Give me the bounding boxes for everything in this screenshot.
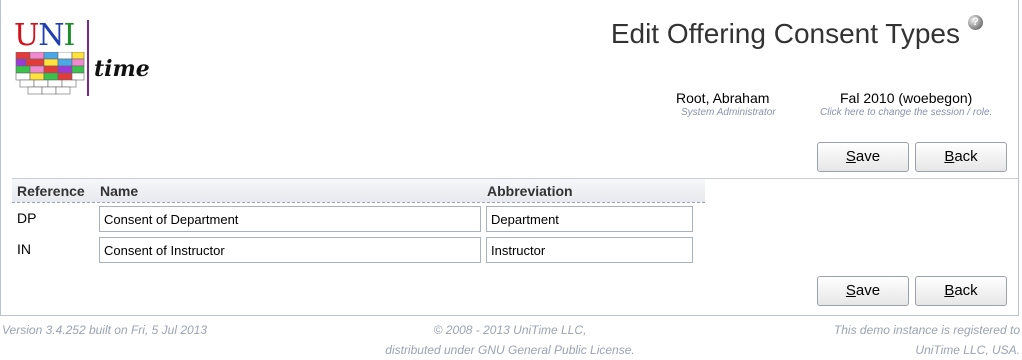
session-change-hint[interactable]: Click here to change the session / role. [820,107,992,118]
copyright-info[interactable]: © 2008 - 2013 UniTime LLC, distributed u… [330,320,690,360]
save-label: ave [855,148,881,165]
user-name[interactable]: Root, Abraham [676,90,769,106]
copyright-line-1: © 2008 - 2013 UniTime LLC, [433,323,587,337]
column-header-abbreviation: Abbreviation [487,183,573,199]
help-icon[interactable]: ? [968,15,983,30]
session-name[interactable]: Fal 2010 (woebegon) [840,90,972,106]
copyright-line-2: distributed under GNU General Public Lic… [385,343,635,357]
save-label: ave [855,282,881,299]
column-header-reference: Reference [17,183,85,199]
abbreviation-input[interactable] [486,206,693,232]
back-button-bottom[interactable]: Back [915,276,1007,306]
save-button-top[interactable]: Save [817,142,909,172]
unitime-logo[interactable]: UNI time [14,18,154,98]
back-label: ack [954,148,978,165]
registration-info: This demo instance is registered to UniT… [834,320,1020,360]
logo-letter-u: U [14,18,39,53]
row-reference: IN [17,241,31,257]
save-accesskey: S [845,148,856,165]
abbreviation-input[interactable] [486,237,693,263]
name-input[interactable] [99,206,481,232]
logo-divider [87,20,89,96]
logo-letter-i: I [63,18,76,53]
user-role: System Administrator [681,107,776,118]
page-title: Edit Offering Consent Types [610,18,960,49]
registration-line-2: UniTime LLC, USA. [915,343,1020,357]
logo-letter-n: N [38,18,64,53]
logo-time-text: time [94,56,150,82]
save-button-bottom[interactable]: Save [817,276,909,306]
logo-uni-text: UNI [14,18,76,53]
column-header-name: Name [100,183,139,199]
back-accesskey: B [944,282,955,299]
logo-grid-icon [15,52,85,95]
row-reference: DP [17,210,37,226]
registration-line-1: This demo instance is registered to [833,323,1020,337]
back-label: ack [954,282,978,299]
version-info: Version 3.4.252 built on Fri, 5 Jul 2013 [2,323,208,337]
back-accesskey: B [944,148,955,165]
save-accesskey: S [845,282,856,299]
back-button-top[interactable]: Back [915,142,1007,172]
name-input[interactable] [99,237,481,263]
